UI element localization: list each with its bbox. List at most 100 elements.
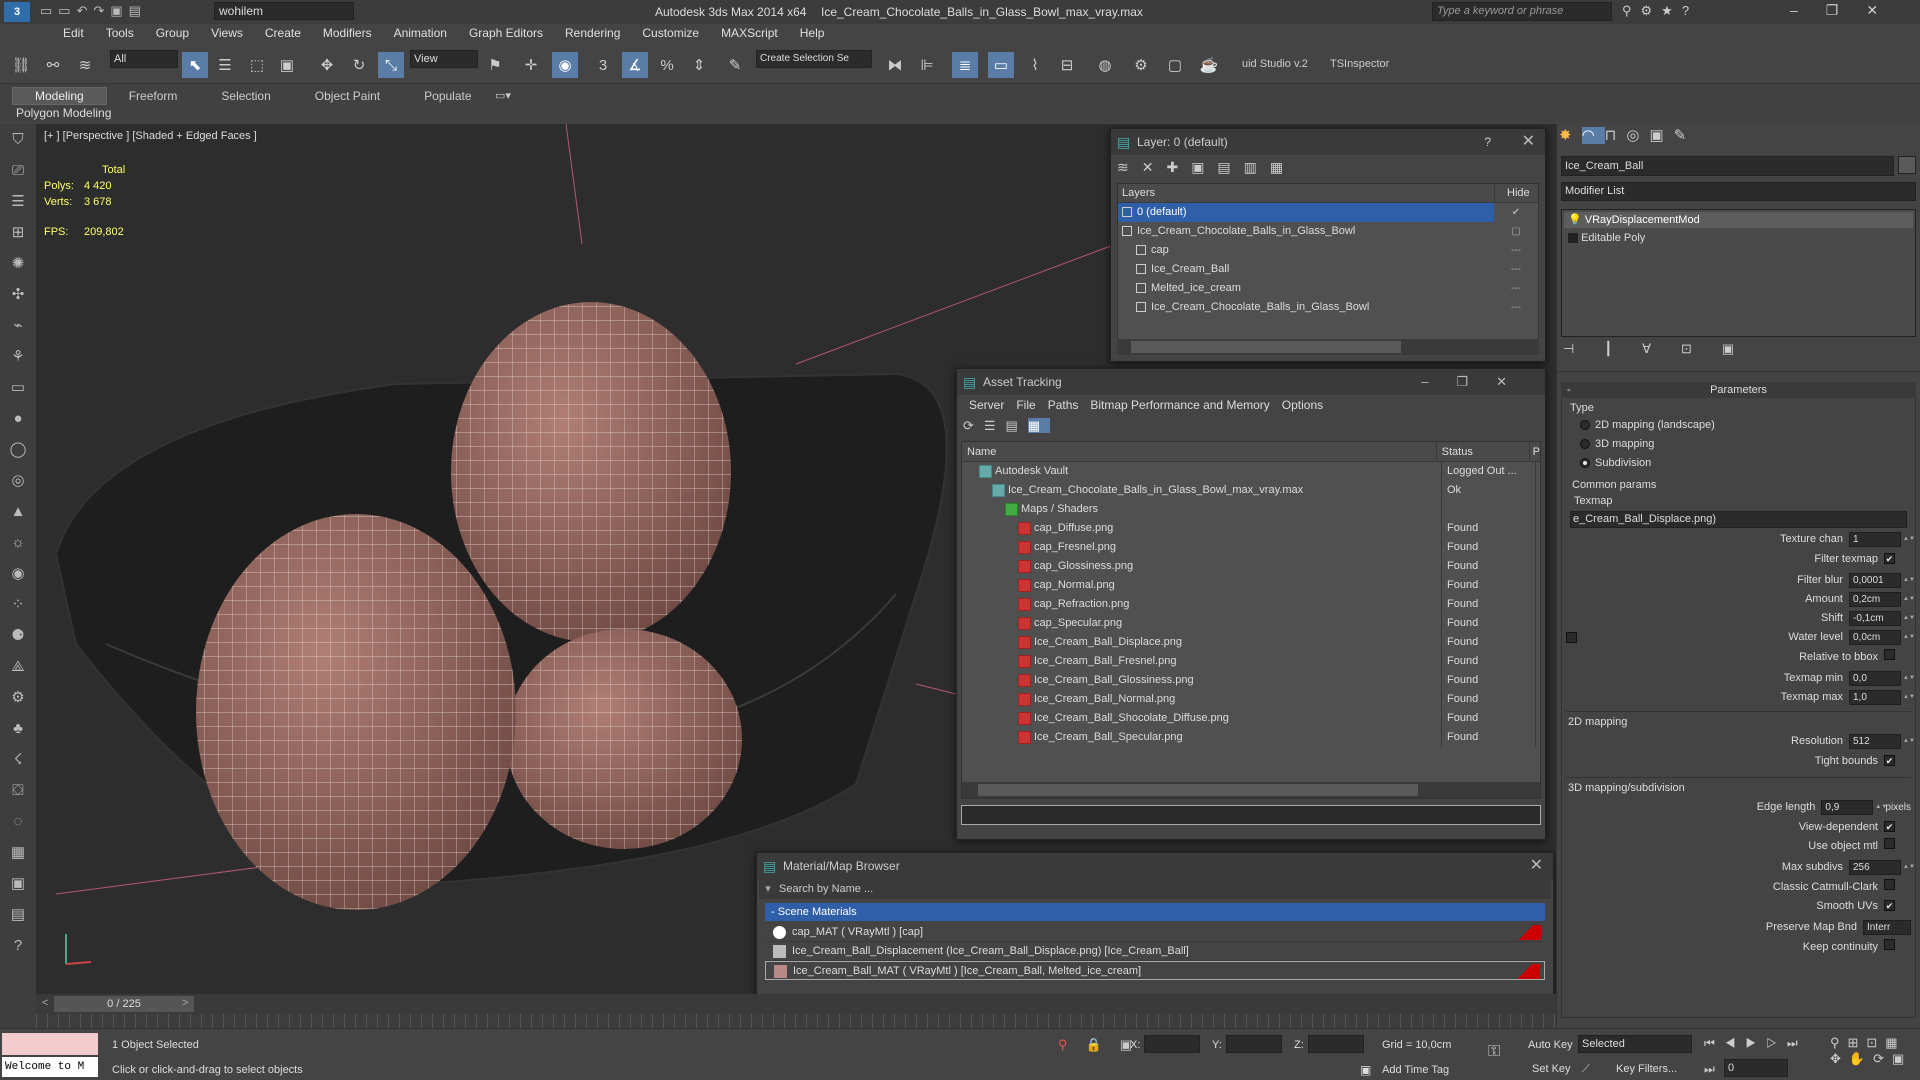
preserve-map-value[interactable]: Interr [1863,919,1911,935]
current-frame-field[interactable]: 0 [1724,1059,1788,1077]
viewport-navigation-controls[interactable]: ⚲⊞⊡▦ ✥✋⟳▣ [1830,1035,1920,1067]
texmap-max-spinner-value[interactable]: 1,0 [1849,689,1901,705]
filter-blur-spinner-value[interactable]: 0,0001 [1849,572,1901,588]
geosphere-icon[interactable]: ◉ [0,558,36,589]
asset-menu-server[interactable]: Server [963,395,1010,415]
asset-row[interactable]: Maps / Shaders [962,500,1540,519]
texture-channel-spinner[interactable]: Texture chan 1 ▲▼ [1566,531,1915,547]
asset-toolbar[interactable]: ⟳☰▤▦ [957,415,1545,441]
layer-hide-toggle[interactable]: --- [1494,279,1538,298]
render-setup-icon[interactable]: ⚙ [1128,52,1154,78]
spinner-arrows-icon[interactable]: ▲▼ [1903,864,1915,871]
shift-spinner[interactable]: Shift -0,1cm ▲▼ [1566,610,1915,626]
unlink-icon[interactable]: ⚯ [40,52,66,78]
render-icon[interactable]: ☕ [1196,52,1222,78]
layer-row[interactable]: Ice_Cream_Chocolate_Balls_in_Glass_Bowl ▢ [1118,222,1538,241]
ribbon-tab-populate[interactable]: Populate [402,88,493,104]
studio-button[interactable]: uid Studio v.2 [1242,58,1308,70]
time-slider-thumb[interactable]: 0 / 225 [54,996,194,1012]
percent-snap-icon[interactable]: % [654,52,680,78]
inspector-button[interactable]: TSInspector [1330,58,1389,70]
asset-row[interactable]: Ice_Cream_Ball_Fresnel.png Found [962,652,1540,671]
selection-filter-dropdown[interactable]: All [110,50,178,68]
material-row[interactable]: cap_MAT ( VRayMtl ) [cap] [765,923,1545,942]
material-browser-close-icon[interactable]: ✕ [1530,853,1543,879]
menu-rendering[interactable]: Rendering [554,24,631,42]
asset-row[interactable]: Ice_Cream_Chocolate_Balls_in_Glass_Bowl_… [962,481,1540,500]
workspace-dropdown[interactable]: wohilem [214,2,354,20]
systems-icon[interactable]: ⚘ [0,341,36,372]
preserve-map-dropdown[interactable]: Preserve Map Bnd Interr [1566,919,1911,935]
layer-row[interactable]: Ice_Cream_Ball --- [1118,260,1538,279]
sphere-icon[interactable]: ● [0,403,36,434]
catmull-clark-checkbox[interactable]: Classic Catmull-Clark [1566,878,1911,897]
asset-row[interactable]: cap_Fresnel.png Found [962,538,1540,557]
infocenter-icons[interactable]: ⚲⚙★? [1622,3,1698,19]
asset-row[interactable]: Ice_Cream_Ball_Glossiness.png Found [962,671,1540,690]
light-bulb-icon[interactable]: 💡 [1568,214,1582,226]
move-icon[interactable]: ✥ [314,52,340,78]
angle-snap-icon[interactable]: ∡ [622,52,648,78]
rendered-frame-icon[interactable]: ▢ [1162,52,1188,78]
time-next-icon[interactable]: > [182,997,188,1009]
snaps-toggle-icon[interactable]: 3 [590,52,616,78]
layer-toolbar[interactable]: ≋✕✚▣▤▥▦ [1111,155,1545,183]
asset-menu-options[interactable]: Options [1276,395,1329,415]
resolution-spinner-value[interactable]: 512 [1849,733,1901,749]
texmap-min-spinner-value[interactable]: 0,0 [1849,670,1901,686]
max-subdivs-spinner-value[interactable]: 256 [1849,859,1901,875]
col-hide[interactable]: Hide [1494,184,1538,202]
object-name-field[interactable]: Ice_Cream_Ball [1561,156,1894,176]
maxscript-listener-pink[interactable] [2,1033,98,1055]
amount-spinner[interactable]: Amount 0,2cm ▲▼ [1566,591,1915,607]
asset-menu-paths[interactable]: Paths [1042,395,1085,415]
layer-close-icon[interactable]: ✕ [1522,129,1535,155]
asset-path-field[interactable] [961,805,1541,825]
hierarchy-icon[interactable]: ⊞ [0,217,36,248]
reference-coordinate-dropdown[interactable]: View [410,50,478,68]
col-layers[interactable]: Layers [1118,184,1494,202]
cone-icon[interactable]: ▲ [0,496,36,527]
layer-row[interactable]: cap --- [1118,241,1538,260]
layer-manager-icon[interactable]: ≣ [952,52,978,78]
modifier-list-dropdown[interactable]: Modifier List [1561,182,1916,201]
plant-icon[interactable]: ♣ [0,713,36,744]
menu-customize[interactable]: Customize [631,24,710,42]
spinner-arrows-icon[interactable]: ▲▼ [1903,634,1915,641]
curve-editor-icon[interactable]: ⌇ [1022,52,1048,78]
spinner-arrows-icon[interactable]: ▲▼ [1903,615,1915,622]
texmap-button[interactable]: e_Cream_Ball_Displace.png) [1570,511,1907,528]
menu-views[interactable]: Views [200,24,254,42]
col-status[interactable]: Status [1437,442,1530,461]
layer-hide-toggle[interactable]: --- [1494,298,1538,317]
type-radio-1[interactable]: 3D mapping [1580,435,1911,454]
col-name[interactable]: Name [962,442,1437,461]
asset-row[interactable]: Ice_Cream_Ball_Normal.png Found [962,690,1540,709]
asset-row[interactable]: cap_Glossiness.png Found [962,557,1540,576]
material-search-input[interactable]: Search by Name ... [777,879,1551,899]
ribbon-tab-freeform[interactable]: Freeform [107,88,200,104]
layer-row[interactable]: Ice_Cream_Chocolate_Balls_in_Glass_Bowl -… [1118,298,1538,317]
bind-spacewarp-icon[interactable]: ≋ [72,52,98,78]
edge-length-spinner[interactable]: Edge length 0,9 ▲▼ pixels [1566,799,1911,815]
relative-bbox-checkbox[interactable]: Relative to bbox [1566,648,1911,667]
schematic-view-icon[interactable]: ⊟ [1054,52,1080,78]
menu-help[interactable]: Help [789,24,836,42]
max-subdivs-spinner[interactable]: Max subdivs 256 ▲▼ [1566,859,1915,875]
edit-named-selection-icon[interactable]: ✎ [722,52,748,78]
add-time-tag[interactable]: Add Time Tag [1382,1064,1449,1076]
menu-animation[interactable]: Animation [383,24,458,42]
material-options-icon[interactable]: ▾ [759,879,777,899]
shapes-icon[interactable]: ⟁ [0,651,36,682]
asset-window-titlebar[interactable]: ▤ Asset Tracking –❐✕ [957,369,1545,395]
playback-controls[interactable]: ⏮◀▶▷⏭ [1704,1036,1808,1051]
checkbox-icon[interactable]: ✔ [1884,755,1895,766]
help-icon[interactable]: ? [0,930,36,961]
ribbon-sub-panel[interactable]: Polygon Modeling [16,106,111,120]
named-selection-dropdown[interactable]: Create Selection Se [756,50,872,68]
asset-row[interactable]: cap_Diffuse.png Found [962,519,1540,538]
water-level-spinner[interactable]: Water level 0,0cm ▲▼ [1566,629,1915,645]
shift-spinner-value[interactable]: -0,1cm [1849,610,1901,626]
maxscript-listener-white[interactable]: Welcome to M [2,1057,98,1077]
amount-spinner-value[interactable]: 0,2cm [1849,591,1901,607]
